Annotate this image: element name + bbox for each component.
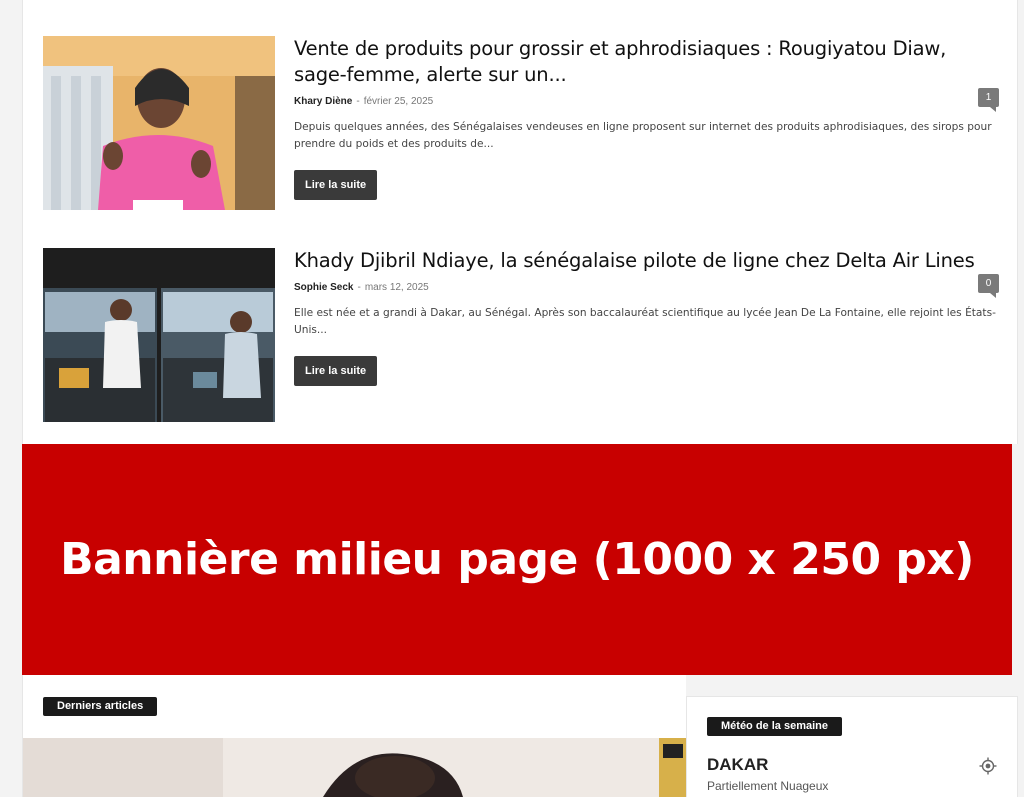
weather-condition: Partiellement Nuageux	[707, 779, 829, 793]
weather-widget: Météo de la semaine DAKAR Partiellement …	[686, 696, 1018, 797]
page: Vente de produits pour grossir et aphrod…	[0, 0, 1024, 797]
comment-count-badge[interactable]: 0	[978, 274, 999, 298]
article-thumbnail[interactable]	[43, 248, 275, 422]
thumbnail-image	[43, 248, 275, 422]
weather-label: Météo de la semaine	[707, 717, 842, 736]
article-meta: Khary Diène - février 25, 2025 1	[294, 88, 999, 112]
weather-city: DAKAR	[707, 755, 769, 774]
locate-icon[interactable]	[979, 757, 997, 775]
meta-separator: -	[356, 96, 360, 107]
article-date: février 25, 2025	[363, 96, 434, 107]
section-label: Derniers articles	[43, 697, 158, 716]
article-date: mars 12, 2025	[364, 282, 429, 293]
meta-separator: -	[357, 282, 361, 293]
comment-count-badge[interactable]: 1	[978, 88, 999, 112]
sidebar: Météo de la semaine DAKAR Partiellement …	[686, 675, 1018, 797]
featured-image	[23, 738, 687, 797]
article-excerpt: Depuis quelques années, des Sénégalaises…	[294, 121, 992, 150]
mid-page-banner[interactable]: Bannière milieu page (1000 x 250 px)	[22, 444, 1012, 675]
article-list: Vente de produits pour grossir et aphrod…	[22, 0, 1018, 444]
thumbnail-image	[43, 36, 275, 210]
featured-article-image[interactable]	[23, 738, 687, 797]
article-title[interactable]: Khady Djibril Ndiaye, la sénégalaise pil…	[294, 248, 999, 274]
article-author[interactable]: Khary Diène	[294, 96, 352, 107]
article-meta: Sophie Seck - mars 12, 2025 0	[294, 274, 999, 298]
article-author[interactable]: Sophie Seck	[294, 282, 353, 293]
article-title[interactable]: Vente de produits pour grossir et aphrod…	[294, 36, 999, 88]
read-more-button[interactable]: Lire la suite	[294, 170, 378, 200]
article-thumbnail[interactable]	[43, 36, 275, 210]
latest-articles-section: Derniers articles	[22, 675, 687, 797]
article-excerpt: Elle est née et a grandi à Dakar, au Sén…	[294, 307, 996, 336]
article-card: Vente de produits pour grossir et aphrod…	[43, 36, 999, 211]
article-body: Khady Djibril Ndiaye, la sénégalaise pil…	[294, 248, 999, 386]
read-more-button[interactable]: Lire la suite	[294, 356, 378, 386]
article-body: Vente de produits pour grossir et aphrod…	[294, 36, 999, 200]
article-card: Khady Djibril Ndiaye, la sénégalaise pil…	[43, 248, 999, 423]
banner-text: Bannière milieu page (1000 x 250 px)	[60, 534, 974, 585]
